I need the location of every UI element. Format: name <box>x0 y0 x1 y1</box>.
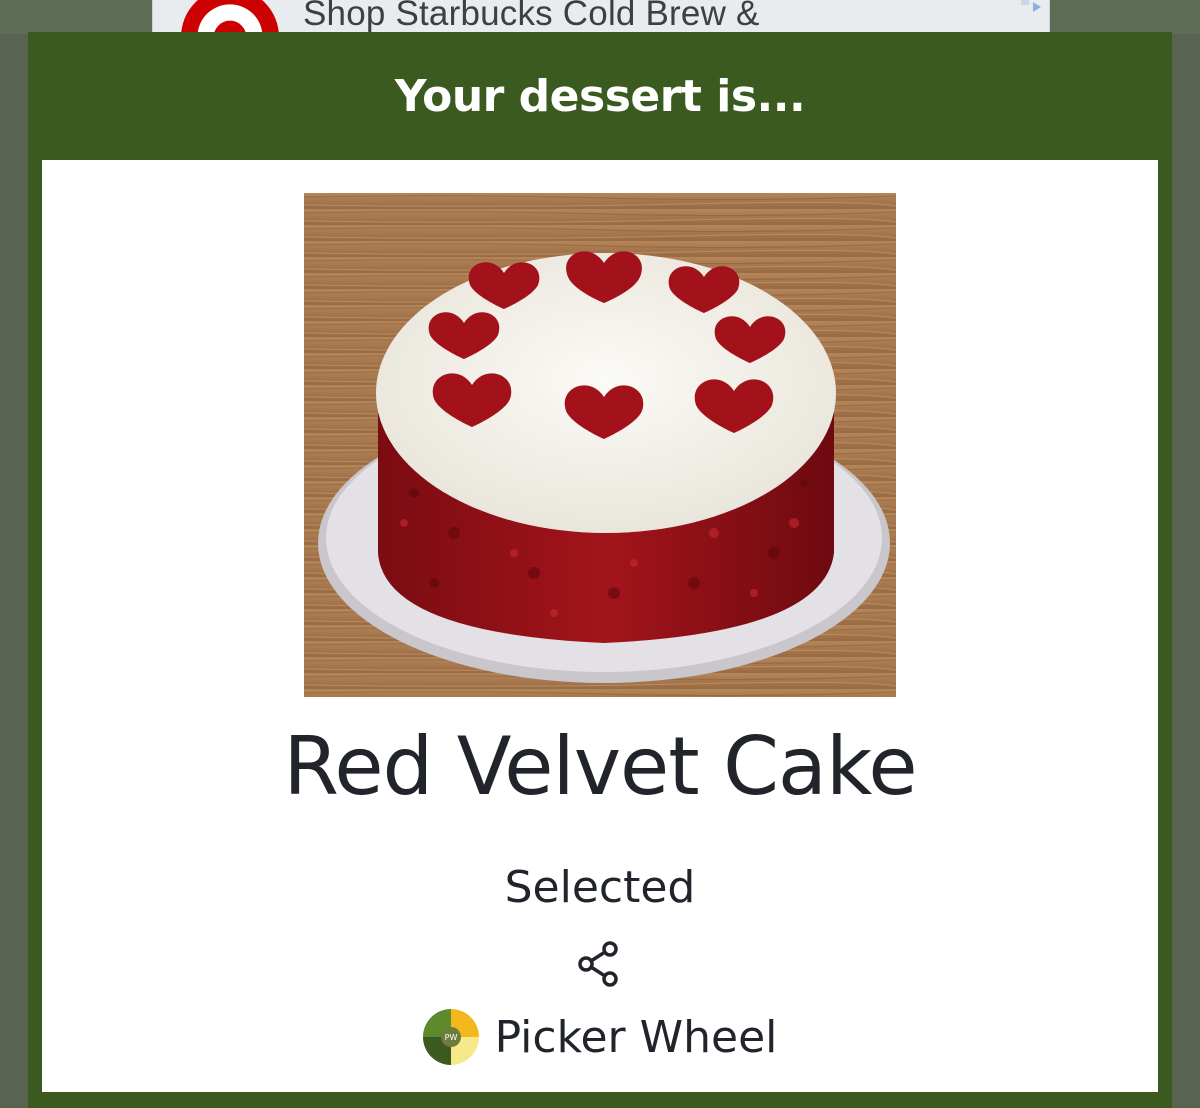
modal-body: Red Velvet Cake Selected PW Picker Wheel <box>42 160 1158 1092</box>
svg-text:PW: PW <box>444 1033 457 1042</box>
ad-text: Shop Starbucks Cold Brew & <box>303 0 760 33</box>
page-backdrop-right <box>1172 34 1200 1108</box>
picker-wheel-brand[interactable]: PW Picker Wheel <box>42 1006 1158 1068</box>
target-bullseye-logo <box>181 0 279 34</box>
modal-header: Your dessert is... <box>28 32 1172 160</box>
ad-choices-icon[interactable] <box>1019 0 1049 14</box>
share-icon[interactable] <box>574 938 626 990</box>
modal-title: Your dessert is... <box>394 70 806 122</box>
result-modal: Your dessert is... Red Velvet Cake Selec… <box>28 32 1172 1108</box>
page-backdrop-left <box>0 34 28 1108</box>
red-velvet-cake-photo <box>304 193 896 697</box>
ad-banner[interactable]: Shop Starbucks Cold Brew & <box>152 0 1050 34</box>
picker-wheel-logo: PW <box>422 1009 479 1065</box>
result-title: Red Velvet Cake <box>283 720 917 813</box>
brand-name: Picker Wheel <box>494 1011 778 1063</box>
selected-label: Selected <box>504 862 696 913</box>
